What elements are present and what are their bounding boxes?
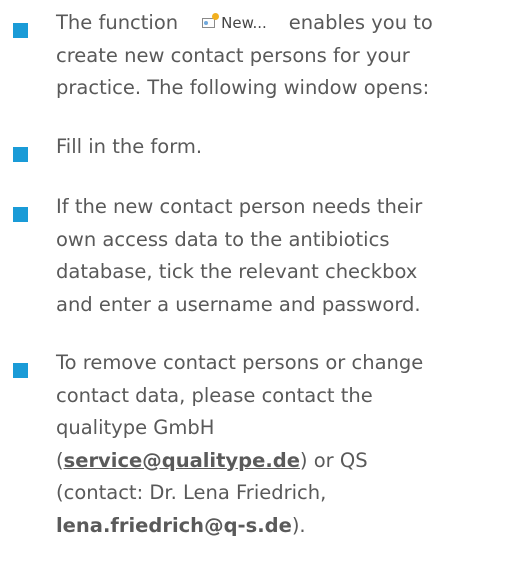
text-line: own access data to the antibiotics bbox=[56, 227, 390, 251]
text-segment: enables you to bbox=[288, 11, 433, 34]
text-line: create new contact persons for your bbox=[56, 43, 410, 67]
square-bullet-icon bbox=[13, 147, 28, 162]
text-line: To remove contact persons or change bbox=[56, 351, 424, 374]
text-segment: ( bbox=[56, 448, 64, 472]
text-line: qualitype GmbH bbox=[56, 416, 215, 439]
text-line: practice. The following window opens: bbox=[56, 76, 430, 99]
square-bullet-icon bbox=[13, 207, 28, 222]
list-item-text: To remove contact persons or change cont… bbox=[56, 347, 528, 542]
new-button[interactable]: New... bbox=[202, 7, 267, 40]
new-button-label: New... bbox=[221, 14, 267, 32]
contact-email-link[interactable]: lena.friedrich@q-s.de bbox=[56, 514, 292, 537]
new-contact-icon bbox=[202, 13, 220, 29]
text-line: lena.friedrich@q-s.de). bbox=[56, 510, 528, 543]
service-email-link[interactable]: service@qualitype.de bbox=[64, 449, 300, 472]
text-line: (contact: Dr. Lena Friedrich, bbox=[56, 481, 327, 504]
text-segment: ) or QS bbox=[299, 448, 368, 472]
text-line: The function New... enables you to bbox=[56, 7, 528, 40]
list-item-text: Fill in the form. bbox=[56, 131, 528, 164]
text-line: and enter a username and password. bbox=[56, 292, 421, 316]
text-line: If the new contact person needs their bbox=[56, 195, 423, 218]
text-line: Fill in the form. bbox=[56, 135, 203, 158]
text-line: contact data, please contact the bbox=[56, 383, 373, 407]
list-item-text: If the new contact person needs their ow… bbox=[56, 191, 528, 321]
text-line: (service@qualitype.de) or QS bbox=[56, 445, 528, 478]
text-segment: The function bbox=[56, 11, 179, 34]
list-item-text: The function New... enables you to create … bbox=[56, 7, 528, 105]
text-line: database, tick the relevant checkbox bbox=[56, 260, 418, 283]
square-bullet-icon bbox=[13, 363, 28, 378]
text-segment: ). bbox=[291, 513, 306, 537]
instruction-list: The function New... enables you to create … bbox=[0, 0, 530, 576]
square-bullet-icon bbox=[13, 23, 28, 38]
